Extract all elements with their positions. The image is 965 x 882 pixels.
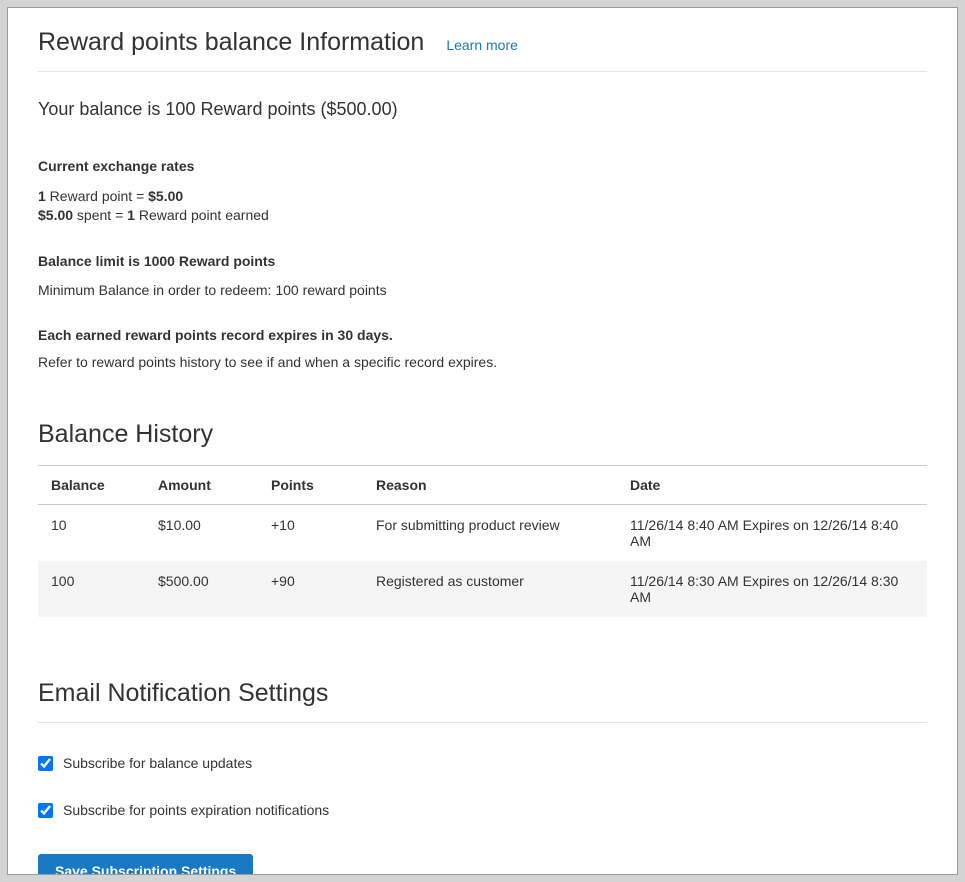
cell-points: +10: [258, 505, 363, 562]
cell-date: 11/26/14 8:30 AM Expires on 12/26/14 8:3…: [617, 561, 927, 617]
cell-amount: $10.00: [145, 505, 258, 562]
page-title: Reward points balance Information: [38, 28, 424, 57]
rate2-suffix: Reward point earned: [135, 207, 269, 223]
table-row: 100 $500.00 +90 Registered as customer 1…: [38, 561, 927, 617]
learn-more-link[interactable]: Learn more: [446, 37, 518, 53]
subscribe-expiration-notifications-row[interactable]: Subscribe for points expiration notifica…: [38, 802, 927, 818]
expiration-notifications-label: Subscribe for points expiration notifica…: [63, 802, 329, 818]
cell-amount: $500.00: [145, 561, 258, 617]
balance-limit: Balance limit is 1000 Reward points: [38, 253, 927, 269]
balance-summary: Your balance is 100 Reward points ($500.…: [38, 99, 927, 120]
rate1-text: Reward point =: [46, 188, 148, 204]
exchange-rates: 1 Reward point = $5.00 $5.00 spent = 1 R…: [38, 187, 927, 225]
email-settings-title: Email Notification Settings: [38, 679, 927, 708]
cell-balance: 100: [38, 561, 145, 617]
cell-date: 11/26/14 8:40 AM Expires on 12/26/14 8:4…: [617, 505, 927, 562]
save-subscription-settings-button[interactable]: Save Subscription Settings: [38, 854, 253, 875]
cell-reason: For submitting product review: [363, 505, 617, 562]
column-header-balance: Balance: [38, 466, 145, 505]
email-settings-header: Email Notification Settings: [38, 679, 927, 723]
page-header: Reward points balance Information Learn …: [38, 28, 927, 72]
subscribe-balance-updates-row[interactable]: Subscribe for balance updates: [38, 755, 927, 771]
exchange-rates-heading: Current exchange rates: [38, 158, 927, 174]
page-background: Reward points balance Information Learn …: [0, 0, 965, 882]
exchange-rate-line-2: $5.00 spent = 1 Reward point earned: [38, 206, 927, 225]
column-header-points: Points: [258, 466, 363, 505]
column-header-date: Date: [617, 466, 927, 505]
balance-updates-checkbox[interactable]: [38, 756, 53, 771]
rate2-points: 1: [127, 207, 135, 223]
table-header: Balance Amount Points Reason Date: [38, 466, 927, 505]
rate1-points: 1: [38, 188, 46, 204]
balance-history-title: Balance History: [38, 420, 927, 449]
cell-reason: Registered as customer: [363, 561, 617, 617]
expiration-notifications-checkbox[interactable]: [38, 803, 53, 818]
minimum-balance: Minimum Balance in order to redeem: 100 …: [38, 282, 927, 298]
expiry-note: Refer to reward points history to see if…: [38, 354, 927, 370]
balance-updates-label: Subscribe for balance updates: [63, 755, 252, 771]
table-row: 10 $10.00 +10 For submitting product rev…: [38, 505, 927, 562]
rate2-value: $5.00: [38, 207, 73, 223]
rate1-value: $5.00: [148, 188, 183, 204]
expiry-heading: Each earned reward points record expires…: [38, 327, 927, 343]
column-header-reason: Reason: [363, 466, 617, 505]
column-header-amount: Amount: [145, 466, 258, 505]
reward-points-panel: Reward points balance Information Learn …: [7, 7, 958, 875]
rate2-text: spent =: [73, 207, 127, 223]
balance-history-table: Balance Amount Points Reason Date 10 $10…: [38, 465, 927, 617]
cell-balance: 10: [38, 505, 145, 562]
exchange-rate-line-1: 1 Reward point = $5.00: [38, 187, 927, 206]
cell-points: +90: [258, 561, 363, 617]
